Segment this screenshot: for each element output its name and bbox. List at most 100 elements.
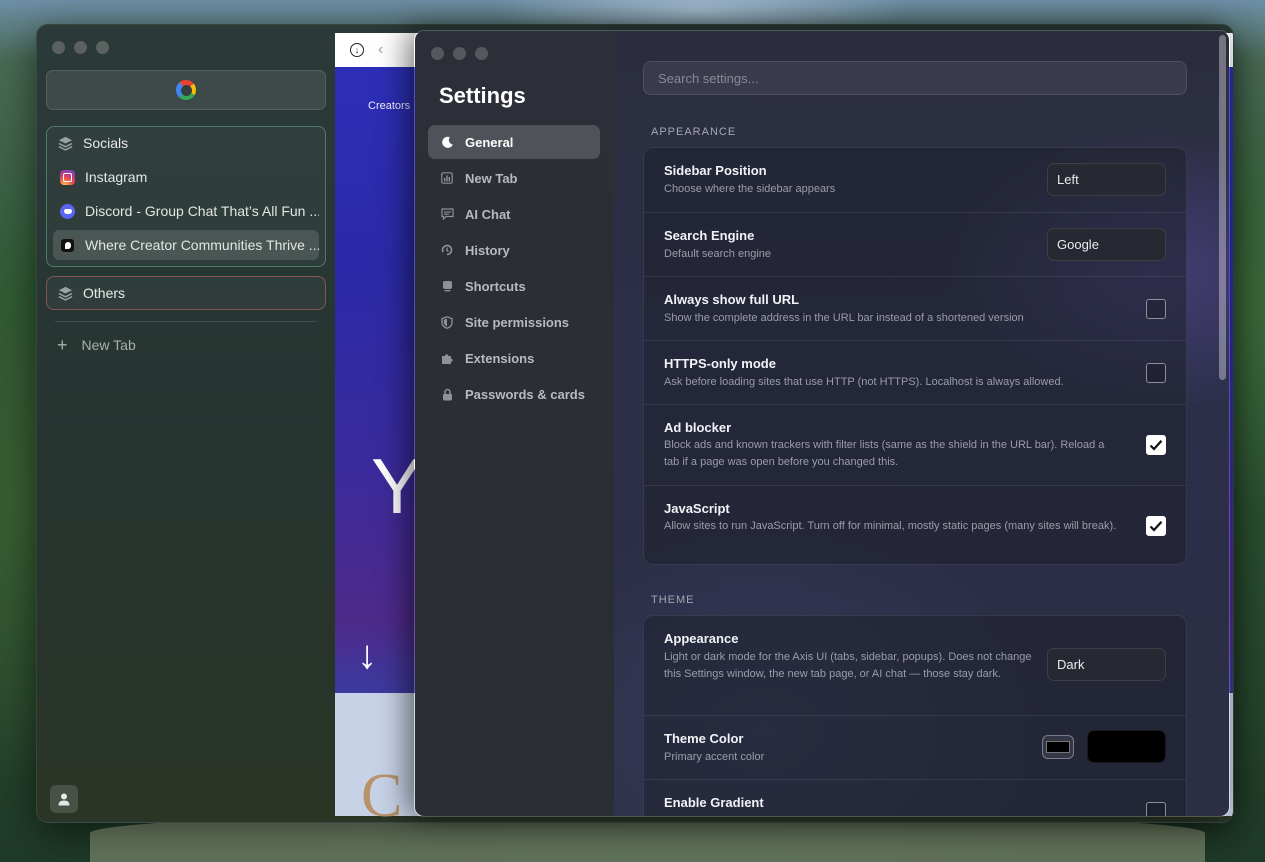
setting-description: Primary accent color [664, 751, 765, 763]
url-bar[interactable] [46, 70, 326, 110]
nav-site-permissions[interactable]: Site permissions [428, 305, 600, 339]
javascript-checkbox[interactable] [1146, 516, 1166, 536]
tab-title: Discord - Group Chat That’s All Fun ... [85, 203, 319, 219]
nav-label: General [465, 134, 514, 150]
settings-window: Settings General New Tab AI Chat History [414, 30, 1230, 817]
enable-gradient-checkbox[interactable] [1146, 802, 1166, 816]
setting-description: Block ads and known trackers with filter… [664, 439, 1105, 468]
download-icon[interactable]: ↓ [350, 43, 364, 57]
tab-title: Where Creator Communities Thrive ... [85, 237, 319, 253]
moon-icon [440, 135, 454, 149]
theme-color-picker[interactable] [1042, 735, 1074, 759]
setting-description: Choose where the sidebar appears [664, 183, 836, 195]
close-window-button[interactable] [431, 47, 444, 60]
setting-description: Show the complete address in the URL bar… [664, 312, 1024, 324]
google-icon [176, 80, 196, 100]
lock-icon [440, 387, 454, 401]
setting-title: Theme Color [664, 731, 744, 746]
nav-ai-chat[interactable]: AI Chat [428, 197, 600, 231]
tab-group-header[interactable]: Others [47, 277, 325, 309]
setting-title: Enable Gradient [664, 795, 764, 810]
nav-general[interactable]: General [428, 125, 600, 159]
nav-label: Site permissions [465, 314, 570, 330]
setting-title: Always show full URL [664, 292, 800, 307]
sidebar-divider [55, 321, 317, 322]
minimize-window-button[interactable] [453, 47, 466, 60]
tab-title: Instagram [85, 169, 148, 185]
settings-traffic-lights [431, 47, 488, 60]
sidebar-position-select[interactable]: Left [1047, 163, 1166, 196]
full-url-checkbox[interactable] [1146, 299, 1166, 319]
checkmark-icon [1149, 440, 1163, 451]
nav-passwords-cards[interactable]: Passwords & cards [428, 377, 600, 411]
setting-description: Allow sites to run JavaScript. Turn off … [664, 520, 1117, 532]
settings-sidebar: Settings General New Tab AI Chat History [415, 31, 614, 816]
nav-label: Passwords & cards [465, 386, 585, 402]
appearance-card: Sidebar Position Choose where the sideba… [643, 147, 1187, 565]
minimize-window-button[interactable] [74, 41, 87, 54]
setting-title: JavaScript [664, 501, 730, 516]
theme-card: Appearance Light or dark mode for the Ax… [643, 615, 1187, 816]
tab-group-header[interactable]: Socials [47, 127, 325, 159]
keyboard-icon [440, 279, 454, 293]
nav-label: New Tab [465, 170, 518, 186]
plus-icon: + [57, 335, 68, 355]
setting-row-javascript: JavaScript Allow sites to run JavaScript… [644, 485, 1186, 564]
setting-description: Ask before loading sites that use HTTP (… [664, 376, 1064, 388]
nav-shortcuts[interactable]: Shortcuts [428, 269, 600, 303]
discord-icon [60, 203, 75, 219]
close-window-button[interactable] [52, 41, 65, 54]
layers-icon [58, 136, 73, 151]
patreon-icon [60, 237, 75, 253]
checkmark-icon [1149, 521, 1163, 532]
back-icon[interactable]: ‹ [378, 41, 383, 59]
web-bottom-letter: C [361, 762, 403, 823]
setting-row-search-engine: Search Engine Default search engine Goog… [644, 212, 1186, 276]
nav-label: Shortcuts [465, 278, 526, 294]
nav-history[interactable]: History [428, 233, 600, 267]
user-icon [58, 793, 70, 806]
setting-title: HTTPS-only mode [664, 356, 776, 371]
tab-group-others: Others [46, 276, 326, 310]
profile-button[interactable] [50, 785, 78, 813]
puzzle-icon [440, 351, 454, 365]
nav-label: AI Chat [465, 206, 511, 222]
ad-blocker-checkbox[interactable] [1146, 435, 1166, 455]
section-label-theme: THEME [651, 594, 695, 606]
arrow-down-icon[interactable]: ↓ [357, 633, 377, 678]
tab-item[interactable]: Discord - Group Chat That’s All Fun ... [53, 196, 319, 226]
nav-new-tab[interactable]: New Tab [428, 161, 600, 195]
section-label-appearance: APPEARANCE [651, 126, 737, 138]
nav-label: Extensions [465, 350, 535, 366]
setting-description: Default search engine [664, 248, 772, 260]
appearance-mode-select[interactable]: Dark [1047, 648, 1166, 681]
chat-icon [440, 207, 454, 221]
history-icon [440, 243, 454, 257]
settings-scrollbar[interactable] [1219, 35, 1226, 380]
setting-row-theme-color: Theme Color Primary accent color [644, 715, 1186, 779]
setting-row-sidebar-position: Sidebar Position Choose where the sideba… [644, 148, 1186, 212]
settings-content: APPEARANCE Sidebar Position Choose where… [614, 31, 1229, 816]
setting-title: Sidebar Position [664, 163, 767, 178]
browser-traffic-lights [52, 41, 109, 54]
maximize-window-button[interactable] [96, 41, 109, 54]
maximize-window-button[interactable] [475, 47, 488, 60]
new-tab-button[interactable]: + New Tab [57, 335, 136, 355]
tab-group-name: Others [83, 285, 126, 301]
settings-search-input[interactable] [643, 61, 1187, 95]
https-only-checkbox[interactable] [1146, 363, 1166, 383]
nav-extensions[interactable]: Extensions [428, 341, 600, 375]
setting-title: Search Engine [664, 228, 755, 243]
setting-row-https-only: HTTPS-only mode Ask before loading sites… [644, 340, 1186, 404]
shield-icon [440, 315, 454, 329]
tab-item[interactable]: Instagram [53, 162, 319, 192]
tab-group-socials: Socials Instagram Discord - Group Chat T… [46, 126, 326, 267]
setting-row-enable-gradient: Enable Gradient [644, 779, 1186, 816]
setting-row-full-url: Always show full URL Show the complete a… [644, 276, 1186, 340]
search-engine-select[interactable]: Google [1047, 228, 1166, 261]
tab-item-active[interactable]: Where Creator Communities Thrive ... [53, 230, 319, 260]
theme-color-preview[interactable] [1087, 730, 1166, 763]
setting-row-appearance: Appearance Light or dark mode for the Ax… [644, 616, 1186, 715]
setting-row-ad-blocker: Ad blocker Block ads and known trackers … [644, 404, 1186, 485]
web-nav-text[interactable]: Creators [368, 100, 410, 112]
